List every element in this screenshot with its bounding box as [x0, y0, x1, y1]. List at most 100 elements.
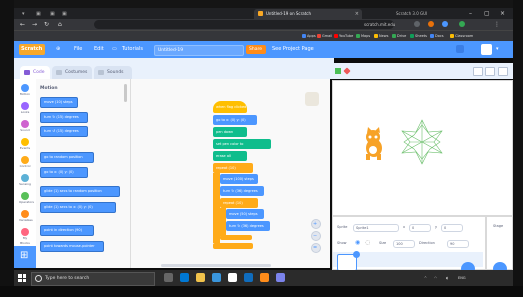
close-tab-icon[interactable]: ×	[355, 9, 359, 19]
large-stage-icon[interactable]	[485, 67, 495, 76]
palette-block[interactable]: turn ↺ (15) degrees	[40, 126, 88, 137]
category-events[interactable]: Events	[19, 138, 31, 151]
bookmark[interactable]: Gmail	[317, 31, 332, 41]
bookmark[interactable]: Docs	[430, 31, 444, 41]
close-window-icon[interactable]: ×	[500, 8, 505, 19]
palette-block[interactable]: go to x: (0) y: (0)	[40, 167, 88, 178]
script-block-move-inner[interactable]: move (50) steps	[226, 209, 264, 219]
account-chevron-icon[interactable]: ▾	[496, 41, 499, 58]
palette-block[interactable]: glide (1) secs to x: (0) y: (0)	[40, 202, 116, 213]
script-workspace[interactable]: when flag clicked go to x: (0) y: (0) pe…	[131, 79, 330, 268]
bookmark[interactable]: Apps	[302, 31, 316, 41]
bookmark[interactable]: Maps	[356, 31, 370, 41]
zoom-out-button[interactable]: −	[311, 231, 321, 241]
tab-icon[interactable]: ▣	[36, 9, 41, 19]
mail-icon[interactable]	[244, 273, 253, 282]
volume-icon[interactable]: ◖	[446, 270, 448, 286]
reload-icon[interactable]: ↻	[44, 19, 49, 30]
taskbar-search-box[interactable]: Type here to search	[31, 272, 155, 286]
add-extension-button[interactable]: ⊞	[14, 246, 36, 268]
extension-icon[interactable]	[414, 21, 420, 27]
scratch-logo[interactable]: Scratch	[19, 44, 45, 55]
script-block-pen-down[interactable]: pen down	[213, 127, 247, 137]
menu-dots-icon[interactable]: ⋮	[494, 19, 500, 30]
script-block-when-flag-clicked[interactable]: when flag clicked	[213, 101, 247, 113]
script-block-move[interactable]: move (100) steps	[220, 174, 258, 184]
size-input[interactable]: 100	[393, 240, 415, 248]
tab-sounds[interactable]: Sounds	[94, 66, 132, 79]
script-block-erase-all[interactable]: erase all	[213, 151, 247, 161]
project-title-input[interactable]: Untitled-19	[154, 45, 244, 56]
stop-icon[interactable]	[343, 67, 351, 75]
palette-block[interactable]: go to random position	[40, 152, 94, 163]
tutorials-icon[interactable]: ▭	[112, 41, 117, 58]
tray-chevron-icon[interactable]: ^	[424, 270, 427, 286]
tab-code[interactable]: Code	[20, 66, 50, 79]
script-block-repeat-inner[interactable]: repeat (10)	[220, 198, 258, 208]
file-explorer-icon[interactable]	[196, 273, 205, 282]
back-icon[interactable]: ←	[20, 19, 25, 30]
palette-scrollbar[interactable]	[124, 84, 127, 102]
avatar[interactable]	[481, 44, 492, 55]
zoom-reset-button[interactable]: =	[311, 243, 321, 253]
address-bar[interactable]: scratch.mit.edu	[94, 20, 395, 29]
tab-costumes[interactable]: Costumes	[52, 66, 92, 79]
windows-start-icon[interactable]	[18, 274, 26, 282]
home-icon[interactable]: ⌂	[58, 19, 62, 30]
tab-icon[interactable]: ▣	[62, 9, 67, 19]
palette-block[interactable]: glide (1) secs to random position	[40, 186, 120, 197]
edge-icon[interactable]	[180, 273, 189, 282]
tab-icon[interactable]: ▣	[50, 9, 55, 19]
y-input[interactable]: 0	[441, 224, 463, 232]
minimize-icon[interactable]: –	[469, 8, 472, 19]
bookmark[interactable]: News	[374, 31, 388, 41]
extension-icon[interactable]	[428, 21, 434, 27]
bookmark[interactable]: Classroom	[450, 31, 473, 41]
palette-block[interactable]: point towards mouse-pointer	[40, 241, 104, 252]
bookmark[interactable]: Sheets	[410, 31, 427, 41]
sprite-name-input[interactable]: Sprite1	[353, 224, 399, 232]
script-block-turn-inner[interactable]: turn ↻ (36) degrees	[226, 221, 270, 231]
category-variables[interactable]: Variables	[19, 210, 33, 223]
tab-search-icon[interactable]: ▾	[22, 9, 25, 19]
app-icon[interactable]	[260, 273, 269, 282]
fullscreen-icon[interactable]	[498, 67, 508, 76]
workspace-scrollbar[interactable]	[161, 264, 271, 267]
forward-icon[interactable]: →	[32, 19, 37, 30]
category-my-blocks[interactable]: My Blocks	[19, 228, 31, 246]
category-sensing[interactable]: Sensing	[19, 174, 31, 187]
my-stuff-icon[interactable]	[456, 45, 464, 53]
small-stage-icon[interactable]	[473, 67, 483, 76]
network-icon[interactable]: ◠	[434, 270, 437, 286]
category-control[interactable]: Control	[19, 156, 31, 169]
category-sound[interactable]: Sound	[19, 120, 31, 133]
script-block-turn[interactable]: turn ↻ (36) degrees	[220, 186, 264, 196]
script-block-repeat[interactable]: repeat (10)	[213, 163, 253, 173]
menu-file[interactable]: File	[74, 41, 82, 58]
globe-icon[interactable]: ⊕	[56, 41, 60, 58]
menu-tutorials[interactable]: Tutorials	[122, 41, 143, 58]
teams-icon[interactable]	[276, 273, 285, 282]
task-view-icon[interactable]	[164, 273, 173, 282]
sprite-thumbnail[interactable]	[337, 251, 360, 271]
language-indicator[interactable]: ENG	[458, 270, 466, 286]
x-input[interactable]: 0	[409, 224, 431, 232]
category-motion[interactable]: Motion	[19, 84, 31, 97]
maximize-icon[interactable]: ▢	[484, 8, 490, 19]
script-block-go-to[interactable]: go to x: (0) y: (0)	[213, 115, 257, 125]
green-flag-icon[interactable]	[335, 68, 341, 74]
store-icon[interactable]	[212, 273, 221, 282]
category-looks[interactable]: Looks	[19, 102, 31, 115]
palette-block[interactable]: move (10) steps	[40, 97, 78, 108]
menu-edit[interactable]: Edit	[94, 41, 104, 58]
show-visible-icon[interactable]: ◉	[355, 239, 360, 246]
see-project-page-button[interactable]: See Project Page	[272, 41, 314, 58]
share-button[interactable]: Share	[246, 45, 266, 54]
palette-block[interactable]: point in direction (90)	[40, 225, 94, 236]
show-hidden-icon[interactable]: ◌	[365, 239, 370, 246]
bookmark[interactable]: Drive	[392, 31, 406, 41]
browser-tab-active[interactable]: Untitled-19 on Scratch ×	[254, 9, 362, 19]
bookmark[interactable]: YouTube	[334, 31, 353, 41]
stage-canvas[interactable]	[332, 80, 513, 216]
profile-avatar[interactable]	[459, 21, 465, 27]
